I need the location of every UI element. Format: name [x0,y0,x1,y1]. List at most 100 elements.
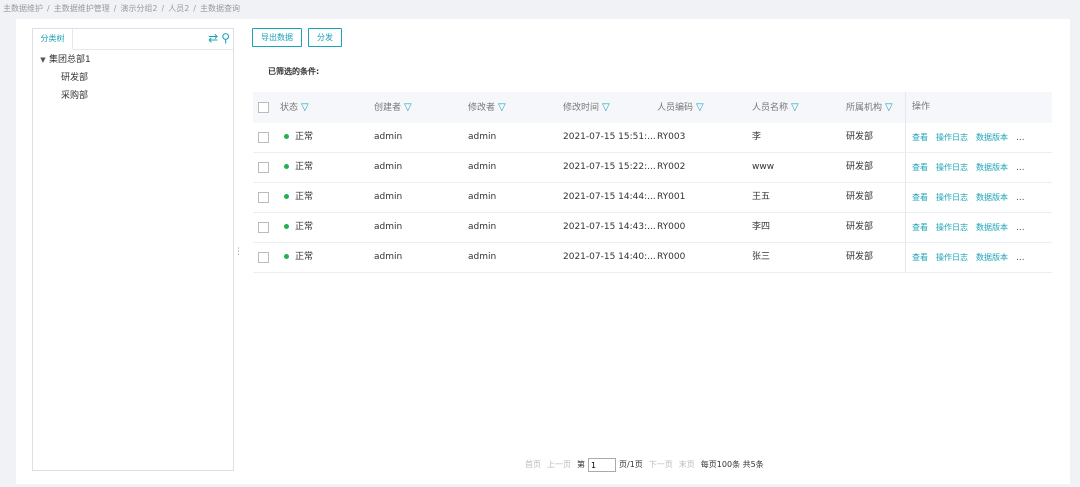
modifier-cell: admin [468,222,497,232]
modifier-cell: admin [468,162,497,172]
status-cell: 正常 [280,123,360,152]
table-row[interactable]: 正常 admin admin 2021-07-15 14:40:... RY00… [253,243,1052,273]
filter-icon[interactable]: ▽ [791,102,799,113]
breadcrumb-item[interactable]: 人员2 [168,4,189,13]
table-row[interactable]: 正常 admin admin 2021-07-15 14:43:... RY00… [253,213,1052,243]
operation-log-link[interactable]: 操作日志 [936,133,968,142]
page-number-input[interactable] [588,458,616,472]
more-actions-button[interactable]: ... [1016,133,1025,143]
time-cell: 2021-07-15 14:44:... [563,192,655,202]
last-page-link[interactable]: 末页 [679,460,695,469]
org-cell: 研发部 [846,252,874,262]
column-title: 人员名称 [752,103,789,113]
operation-log-link[interactable]: 操作日志 [936,193,968,202]
breadcrumb-item[interactable]: 演示分组2 [120,4,157,13]
view-link[interactable]: 查看 [912,133,928,142]
data-table: 状态 ▽ 创建者 ▽ 修改者 ▽ 修改时间 ▽ 人员编码 ▽ 人员名称 ▽ 所属机构 ▽ 操作… [253,92,1052,273]
filter-icon[interactable]: ▽ [885,102,893,113]
org-cell: 研发部 [846,132,874,142]
modifier-cell: admin [468,192,497,202]
code-cell: RY001 [657,192,686,202]
tree-node-root[interactable]: ▼ 集团总部1 [33,51,233,69]
breadcrumb-item[interactable]: 主数据维护 [3,4,43,13]
column-title: 状态 [280,103,299,113]
swap-icon[interactable]: ⇄ [208,31,218,45]
column-title: 修改者 [468,103,496,113]
next-page-link[interactable]: 下一页 [649,460,673,469]
filter-icon[interactable]: ▽ [301,102,309,113]
splitter-handle[interactable]: ⋮ [234,247,243,257]
column-header-status: 状态 ▽ [280,92,360,123]
tree-node-label: 采购部 [61,91,89,101]
tree-node-label: 研发部 [61,73,89,83]
more-actions-button[interactable]: ... [1016,193,1025,203]
data-version-link[interactable]: 数据版本 [976,133,1008,142]
view-link[interactable]: 查看 [912,163,928,172]
breadcrumb-item[interactable]: 主数据维护管理 [54,4,110,13]
data-version-link[interactable]: 数据版本 [976,253,1008,262]
row-checkbox[interactable] [258,252,269,263]
table-row[interactable]: 正常 admin admin 2021-07-15 15:51:... RY00… [253,123,1052,153]
view-link[interactable]: 查看 [912,253,928,262]
tree-node-rd[interactable]: 研发部 [33,69,233,87]
breadcrumb: 主数据维护 / 主数据维护管理 / 演示分组2/人员2/主数据查询 [3,4,240,13]
column-title: 创建者 [374,103,402,113]
status-text: 正常 [295,192,314,202]
table-row[interactable]: 正常 admin admin 2021-07-15 14:44:... RY00… [253,183,1052,213]
status-cell: 正常 [280,243,360,272]
operation-log-link[interactable]: 操作日志 [936,163,968,172]
column-title: 人员编码 [657,103,694,113]
row-checkbox[interactable] [258,192,269,203]
status-dot-icon [284,133,289,139]
operation-log-link[interactable]: 操作日志 [936,253,968,262]
filter-icon[interactable]: ▽ [498,102,506,113]
modifier-cell: admin [468,132,497,142]
more-actions-button[interactable]: ... [1016,163,1025,173]
filter-icon[interactable]: ▽ [602,102,610,113]
export-data-button[interactable]: 导出数据 [252,28,302,47]
data-version-link[interactable]: 数据版本 [976,223,1008,232]
status-text: 正常 [295,222,314,232]
main-panel: 分类树 ⇄ ⚲ ▼ 集团总部1 研发部 采购部 ⋮ 导出数据 分发 已筛选的条件: … [16,19,1070,484]
view-link[interactable]: 查看 [912,223,928,232]
column-header-name: 人员名称 ▽ [752,92,832,123]
first-page-link[interactable]: 首页 [525,460,541,469]
row-checkbox[interactable] [258,222,269,233]
status-dot-icon [284,223,289,229]
creator-cell: admin [374,252,403,262]
org-cell: 研发部 [846,192,874,202]
breadcrumb-item-current: 主数据查询 [200,4,240,13]
row-checkbox[interactable] [258,132,269,143]
status-cell: 正常 [280,213,360,242]
tab-category-tree[interactable]: 分类树 [33,29,73,50]
more-actions-button[interactable]: ... [1016,223,1025,233]
org-cell: 研发部 [846,222,874,232]
status-cell: 正常 [280,153,360,182]
org-cell: 研发部 [846,162,874,172]
distribute-button[interactable]: 分发 [308,28,342,47]
view-link[interactable]: 查看 [912,193,928,202]
name-cell: 李 [752,132,762,142]
tree-tools: ⇄ ⚲ [205,31,230,45]
row-checkbox[interactable] [258,162,269,173]
column-header-modifier: 修改者 ▽ [468,92,548,123]
data-version-link[interactable]: 数据版本 [976,163,1008,172]
filter-icon[interactable]: ▽ [696,102,704,113]
operation-log-link[interactable]: 操作日志 [936,223,968,232]
creator-cell: admin [374,162,403,172]
filter-conditions-label: 已筛选的条件: [268,67,320,76]
page-suffix: 页/1页 [619,460,643,469]
search-icon[interactable]: ⚲ [221,31,230,45]
table-row[interactable]: 正常 admin admin 2021-07-15 15:22:... RY00… [253,153,1052,183]
creator-cell: admin [374,132,403,142]
more-actions-button[interactable]: ... [1016,253,1025,263]
caret-down-icon[interactable]: ▼ [37,51,49,69]
code-cell: RY000 [657,252,686,262]
prev-page-link[interactable]: 上一页 [547,460,571,469]
filter-icon[interactable]: ▽ [404,102,412,113]
data-version-link[interactable]: 数据版本 [976,193,1008,202]
creator-cell: admin [374,222,403,232]
status-text: 正常 [295,162,314,172]
select-all-checkbox[interactable] [258,102,269,113]
tree-node-purchase[interactable]: 采购部 [33,87,233,105]
